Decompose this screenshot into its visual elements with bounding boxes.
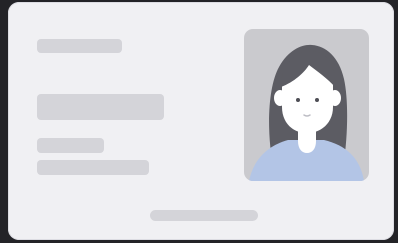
person-avatar-icon [249,44,364,181]
placeholder-footer-line [150,210,258,221]
left-eye [296,98,300,102]
placeholder-detail-line-1 [37,138,104,153]
placeholder-label-line [37,39,122,53]
id-card [8,2,394,240]
id-photo [244,29,369,181]
placeholder-name-line [37,94,164,120]
screen-background [0,0,398,243]
placeholder-detail-line-2 [37,160,149,175]
right-eye [315,98,319,102]
